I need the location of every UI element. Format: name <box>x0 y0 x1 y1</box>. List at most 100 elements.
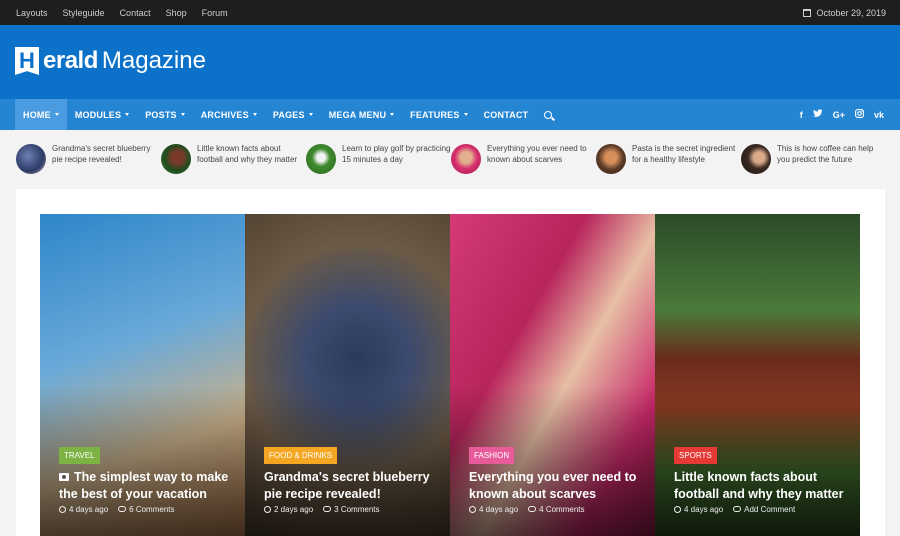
top-link-layouts[interactable]: Layouts <box>16 8 48 18</box>
camera-icon <box>59 473 69 481</box>
nav-item-features[interactable]: FEATURES <box>402 99 475 130</box>
caret-down-icon <box>180 113 185 116</box>
card-comments[interactable]: Add Comment <box>733 505 795 514</box>
site-logo[interactable]: H erald Magazine <box>15 47 206 75</box>
nav-item-pages[interactable]: PAGES <box>265 99 321 130</box>
card-title[interactable]: Everything you ever need to known about … <box>469 469 649 503</box>
logo-mark-icon: H <box>15 47 39 75</box>
top-link-shop[interactable]: Shop <box>166 8 187 18</box>
comment-icon <box>733 506 742 512</box>
logo-text: erald Magazine <box>43 47 206 75</box>
nav-label: ARCHIVES <box>200 109 249 120</box>
mini-post-title: This is how coffee can help you predict … <box>777 144 874 164</box>
nav-label: HOME <box>23 109 51 120</box>
nav-search-button[interactable] <box>536 99 560 130</box>
top-link-forum[interactable]: Forum <box>202 8 228 18</box>
mini-post-title: Learn to play golf by practicing 15 minu… <box>342 144 451 164</box>
mini-post[interactable]: Learn to play golf by practicing 15 minu… <box>306 143 452 174</box>
nav-item-home[interactable]: HOME <box>15 99 67 130</box>
vk-icon[interactable]: vk <box>874 110 884 120</box>
top-bar: Layouts Styleguide Contact Shop Forum Oc… <box>0 0 900 25</box>
mini-post[interactable]: This is how coffee can help you predict … <box>741 143 887 174</box>
card-title-text: The simplest way to make the best of you… <box>59 470 229 501</box>
mini-post[interactable]: Grandma's secret blueberry pie recipe re… <box>16 143 162 174</box>
nav-label: FEATURES <box>410 109 460 120</box>
nav-label: PAGES <box>272 109 305 120</box>
top-link-styleguide[interactable]: Styleguide <box>63 8 105 18</box>
nav-item-contact[interactable]: CONTACT <box>476 99 537 130</box>
caret-down-icon <box>463 113 468 116</box>
card-date: 4 days ago <box>59 505 108 514</box>
card-date: 4 days ago <box>674 505 723 514</box>
instagram-icon[interactable] <box>855 109 864 120</box>
featured-card-travel[interactable]: TRAVEL The simplest way to make the best… <box>40 214 245 536</box>
card-meta: 2 days ago 3 Comments <box>264 505 380 514</box>
calendar-icon <box>803 8 812 17</box>
mini-post-title: Pasta is the secret ingredient for a hea… <box>632 144 736 164</box>
card-title[interactable]: Little known facts about football and wh… <box>674 469 854 503</box>
top-links: Layouts Styleguide Contact Shop Forum <box>16 0 228 25</box>
featured-card-food[interactable]: FOOD & DRINKS Grandma's secret blueberry… <box>245 214 450 536</box>
category-badge[interactable]: TRAVEL <box>59 447 100 464</box>
logo-bold: erald <box>43 47 98 74</box>
nav-item-modules[interactable]: MODULES <box>67 99 137 130</box>
card-meta: 4 days ago 4 Comments <box>469 505 585 514</box>
nav-item-posts[interactable]: POSTS <box>137 99 193 130</box>
mini-post-thumbnail <box>596 144 626 174</box>
card-comments-text: 3 Comments <box>334 505 380 514</box>
caret-down-icon <box>390 113 395 116</box>
card-meta: 4 days ago Add Comment <box>674 505 795 514</box>
main-nav: HOME MODULES POSTS ARCHIVES PAGES MEGA M… <box>0 99 900 130</box>
category-badge[interactable]: SPORTS <box>674 447 717 464</box>
mini-post[interactable]: Pasta is the secret ingredient for a hea… <box>596 143 742 174</box>
card-title[interactable]: The simplest way to make the best of you… <box>59 469 239 503</box>
twitter-icon[interactable] <box>812 109 823 120</box>
clock-icon <box>469 506 476 513</box>
card-date-text: 2 days ago <box>274 505 314 514</box>
category-badge[interactable]: FASHION <box>469 447 515 464</box>
comment-icon <box>323 506 332 512</box>
social-links: f G+ vk <box>800 99 884 130</box>
mini-post-thumbnail <box>451 144 481 174</box>
caret-down-icon <box>308 113 313 116</box>
date-text: October 29, 2019 <box>816 7 886 18</box>
card-comments[interactable]: 3 Comments <box>323 505 380 514</box>
category-badge[interactable]: FOOD & DRINKS <box>264 447 338 464</box>
nav-menu: HOME MODULES POSTS ARCHIVES PAGES MEGA M… <box>15 99 560 130</box>
top-link-contact[interactable]: Contact <box>120 8 151 18</box>
card-comments-text: Add Comment <box>744 505 796 514</box>
site-header: H erald Magazine <box>0 25 900 99</box>
mini-post-thumbnail <box>741 144 771 174</box>
mini-post-title: Everything you ever need to known about … <box>487 144 587 164</box>
nav-item-archives[interactable]: ARCHIVES <box>193 99 265 130</box>
card-meta: 4 days ago 6 Comments <box>59 505 175 514</box>
featured-card-sports[interactable]: SPORTS Little known facts about football… <box>655 214 860 536</box>
featured-card-fashion[interactable]: FASHION Everything you ever need to know… <box>450 214 655 536</box>
caret-down-icon <box>54 113 59 116</box>
card-date-text: 4 days ago <box>684 505 724 514</box>
clock-icon <box>59 506 66 513</box>
search-icon <box>544 110 553 119</box>
mini-post[interactable]: Little known facts about football and wh… <box>161 143 307 174</box>
card-title[interactable]: Grandma's secret blueberry pie recipe re… <box>264 469 444 503</box>
facebook-icon[interactable]: f <box>800 110 803 120</box>
clock-icon <box>264 506 271 513</box>
mini-post[interactable]: Everything you ever need to known about … <box>451 143 597 174</box>
card-date-text: 4 days ago <box>479 505 519 514</box>
caret-down-icon <box>252 113 257 116</box>
top-date: October 29, 2019 <box>803 0 886 25</box>
caret-down-icon <box>125 113 130 116</box>
logo-light: Magazine <box>101 47 206 74</box>
nav-item-mega-menu[interactable]: MEGA MENU <box>321 99 402 130</box>
card-date: 2 days ago <box>264 505 313 514</box>
card-comments[interactable]: 6 Comments <box>118 505 175 514</box>
nav-label: MODULES <box>74 109 122 120</box>
comment-icon <box>118 506 127 512</box>
card-comments[interactable]: 4 Comments <box>528 505 585 514</box>
card-date: 4 days ago <box>469 505 518 514</box>
nav-label: MEGA MENU <box>328 109 387 120</box>
mini-post-thumbnail <box>161 144 191 174</box>
google-plus-icon[interactable]: G+ <box>833 110 845 120</box>
card-comments-text: 4 Comments <box>539 505 585 514</box>
mini-post-title: Little known facts about football and wh… <box>197 144 298 164</box>
